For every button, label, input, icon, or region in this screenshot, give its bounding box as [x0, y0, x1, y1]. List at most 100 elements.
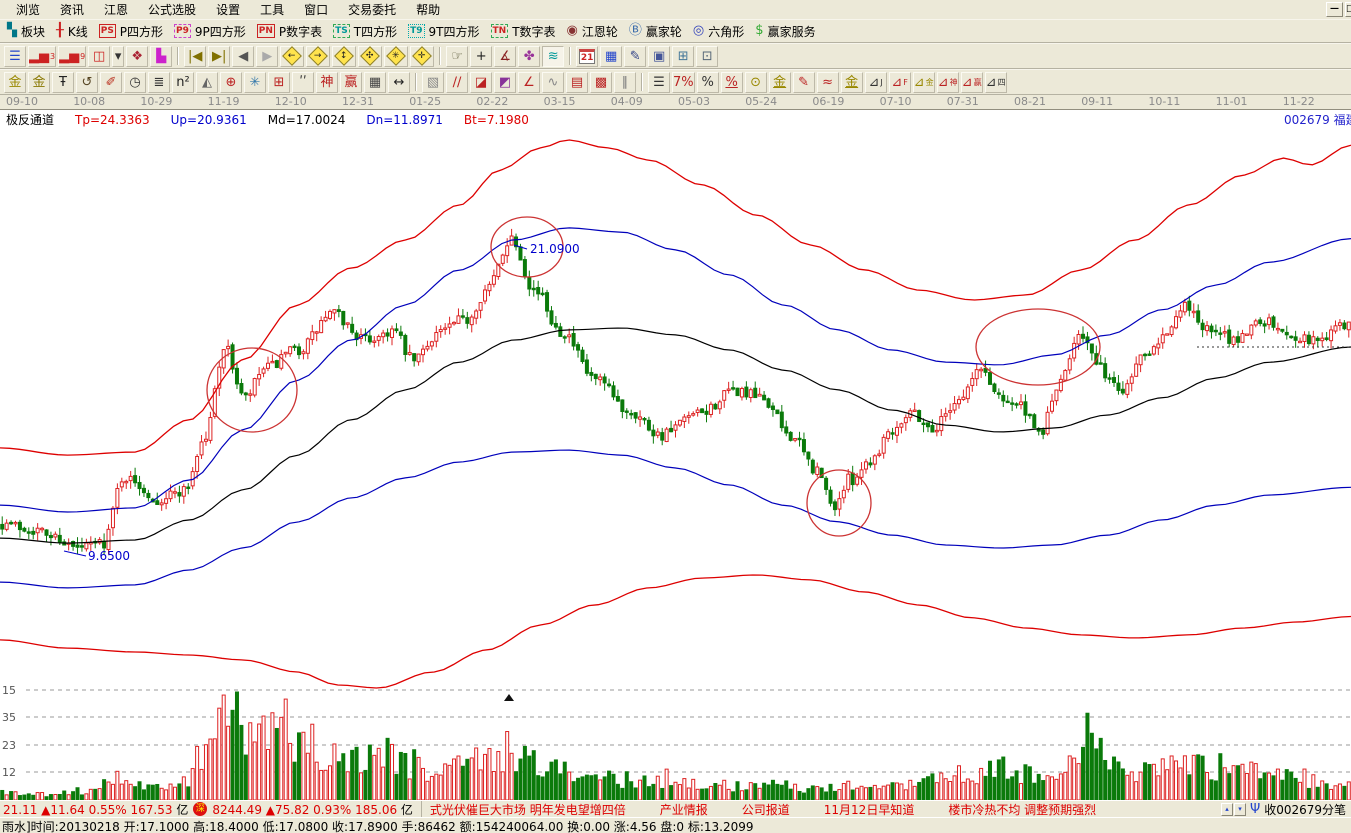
news-headline-3[interactable]: 公司报道: [742, 803, 790, 817]
diamond-burst-icon[interactable]: ✳: [384, 46, 408, 67]
pct-line-icon[interactable]: %: [721, 72, 743, 93]
clock-icon[interactable]: ◷: [124, 72, 146, 93]
slope-gold-icon[interactable]: ⊿金: [913, 72, 935, 93]
dropdown-arrow-icon[interactable]: ▾: [112, 46, 124, 67]
fan-box2-icon[interactable]: ◩: [494, 72, 516, 93]
next-page-icon[interactable]: ▶: [256, 46, 278, 67]
menu-item-8[interactable]: 交易委托: [338, 0, 406, 20]
gold-circle-icon[interactable]: ⊙: [745, 72, 767, 93]
parallel-lines-icon[interactable]: ∥: [614, 72, 636, 93]
hand-icon[interactable]: ☞: [446, 46, 468, 67]
diamond-expand-icon[interactable]: ✣: [358, 46, 382, 67]
menu-item-1[interactable]: 浏览: [6, 0, 50, 20]
grid-target-icon[interactable]: ⊞: [268, 72, 290, 93]
f-ruler-icon[interactable]: Ŧ: [52, 72, 74, 93]
slope-ying-icon[interactable]: ⊿赢: [961, 72, 983, 93]
diamond-right-icon[interactable]: →: [306, 46, 330, 67]
p-number-button[interactable]: PNP数字表: [253, 21, 329, 41]
levels-icon[interactable]: ☰: [648, 72, 670, 93]
restore-button[interactable]: □: [1345, 2, 1351, 17]
menu-item-7[interactable]: 窗口: [294, 0, 338, 20]
net-grid-icon[interactable]: ▦: [364, 72, 386, 93]
calendar-icon[interactable]: 21: [576, 46, 598, 67]
t9-square-button[interactable]: T99T四方形: [404, 21, 486, 41]
circle-cross-icon[interactable]: ⊕: [220, 72, 242, 93]
minimize-button[interactable]: —: [1326, 2, 1343, 17]
wave-line-icon[interactable]: ≈: [817, 72, 839, 93]
printer-icon[interactable]: ⊡: [696, 46, 718, 67]
star-grid-icon[interactable]: ✳: [244, 72, 266, 93]
winner-wheel-button[interactable]: Ⓑ赢家轮: [625, 21, 689, 41]
menu-item-9[interactable]: 帮助: [406, 0, 450, 20]
news-headline-5[interactable]: 楼市冷热不均 调整预期强烈: [948, 803, 1096, 817]
calculator-icon[interactable]: ▦: [600, 46, 622, 67]
ying-tool-icon[interactable]: 赢: [340, 72, 362, 93]
p9-square-button[interactable]: P99P四方形: [170, 21, 253, 41]
gold-ruler2-icon[interactable]: 金: [28, 72, 50, 93]
menu-item-4[interactable]: 公式选股: [138, 0, 206, 20]
width-measure-icon[interactable]: ↔: [388, 72, 410, 93]
tick-feed-label[interactable]: 收002679分笔: [1264, 801, 1346, 818]
red-grid-icon[interactable]: ▤: [566, 72, 588, 93]
menu-item-2[interactable]: 资讯: [50, 0, 94, 20]
hexagon-button[interactable]: ◎六角形: [689, 21, 751, 41]
spiral-icon[interactable]: ↺: [76, 72, 98, 93]
last-page-icon[interactable]: ▶|: [208, 46, 230, 67]
wave-tool-icon[interactable]: ≋: [542, 46, 564, 67]
red-grid2-icon[interactable]: ▩: [590, 72, 612, 93]
menu-item-3[interactable]: 江恩: [94, 0, 138, 20]
zigzag-icon[interactable]: ∿: [542, 72, 564, 93]
menu-item-6[interactable]: 工具: [250, 0, 294, 20]
news-headline-4[interactable]: 11月12日早知道: [824, 803, 915, 817]
chart-canvas[interactable]: 1535231221.09009.6500: [0, 110, 1351, 800]
gold-ruler-icon[interactable]: 金: [4, 72, 26, 93]
notepad-icon[interactable]: ✎: [624, 46, 646, 67]
mirror-icon[interactable]: ◭: [196, 72, 218, 93]
frame-tool-icon[interactable]: ▧: [422, 72, 444, 93]
fan-box-icon[interactable]: ◪: [470, 72, 492, 93]
browser-icon[interactable]: ⊞: [672, 46, 694, 67]
spinner-up-button[interactable]: ▴: [1221, 803, 1233, 816]
candle-style-icon[interactable]: ◫: [88, 46, 110, 67]
prev-page-icon[interactable]: ◀: [232, 46, 254, 67]
chart-9-icon[interactable]: ▂▅9: [58, 46, 86, 67]
brush-icon[interactable]: ✐: [100, 72, 122, 93]
k-mark-icon[interactable]: ʹʹ: [292, 72, 314, 93]
clover-icon[interactable]: ✤: [518, 46, 540, 67]
fan-lines-icon[interactable]: ∕∕: [446, 72, 468, 93]
diamond-cross-icon[interactable]: ✛: [410, 46, 434, 67]
gold-under-icon[interactable]: 金: [841, 72, 863, 93]
first-page-icon[interactable]: |◀: [184, 46, 206, 67]
pct-icon[interactable]: %: [697, 72, 719, 93]
slope-j-icon[interactable]: ⊿J: [865, 72, 887, 93]
slope-shen-icon[interactable]: ⊿神: [937, 72, 959, 93]
gold-line-icon[interactable]: 金: [769, 72, 791, 93]
kline-button[interactable]: ╂K线: [52, 21, 95, 41]
n2-icon[interactable]: n²: [172, 72, 194, 93]
p-square-button[interactable]: PSP四方形: [95, 21, 170, 41]
flag-pen-icon[interactable]: ✎: [793, 72, 815, 93]
color-bars-icon[interactable]: ▙: [150, 46, 172, 67]
save-icon[interactable]: ▣: [648, 46, 670, 67]
diamond-updown-icon[interactable]: ↕: [332, 46, 356, 67]
winner-service-button[interactable]: $赢家服务: [751, 21, 822, 41]
chart-3-icon[interactable]: ▂▅3: [28, 46, 56, 67]
slope-si-icon[interactable]: ⊿四: [985, 72, 1007, 93]
stamp-icon[interactable]: ❖: [126, 46, 148, 67]
crosshair-icon[interactable]: +: [470, 46, 492, 67]
diamond-left-icon[interactable]: ←: [280, 46, 304, 67]
doc-list-icon[interactable]: ☰: [4, 46, 26, 67]
angle-measure-icon[interactable]: ∡: [494, 46, 516, 67]
t-number-button[interactable]: TNT数字表: [487, 21, 563, 41]
news-headline-1[interactable]: 式光伏催巨大市场 明年发电望增四倍: [430, 803, 626, 817]
news-headline-2[interactable]: 产业情报: [660, 803, 708, 817]
angle-lines-icon[interactable]: ∠: [518, 72, 540, 93]
pct7-icon[interactable]: 7%: [672, 72, 695, 93]
menu-item-5[interactable]: 设置: [206, 0, 250, 20]
spinner-down-button[interactable]: ▾: [1234, 803, 1246, 816]
shen-tool-icon[interactable]: 神: [316, 72, 338, 93]
comb-icon[interactable]: ≣: [148, 72, 170, 93]
t-square-button[interactable]: TST四方形: [329, 21, 404, 41]
sector-button[interactable]: ▚板块: [3, 21, 52, 41]
gann-wheel-button[interactable]: ◉江恩轮: [563, 21, 625, 41]
